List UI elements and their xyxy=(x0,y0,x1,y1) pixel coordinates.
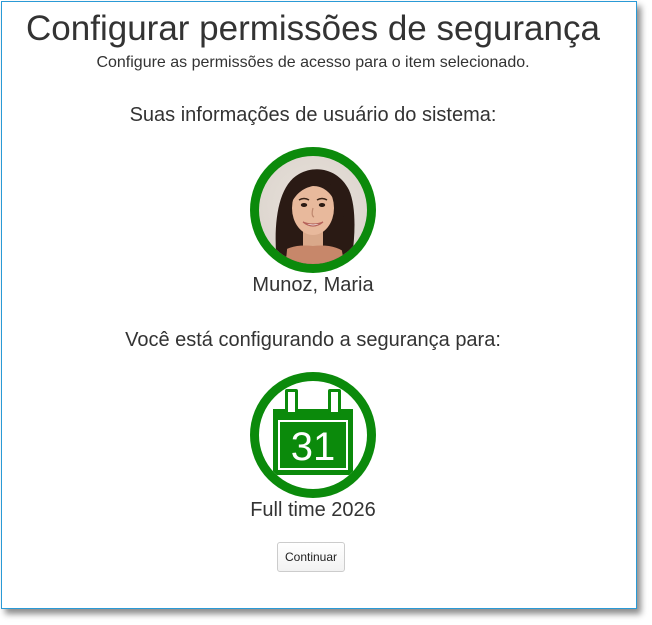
target-label: Você está configurando a segurança para: xyxy=(125,329,501,351)
item-name: Full time 2026 xyxy=(250,499,376,521)
page-title: Configurar permissões de segurança xyxy=(26,9,600,48)
calendar-badge: 31 xyxy=(250,372,376,498)
calendar-icon-graphic: 31 xyxy=(273,389,353,475)
calendar-icon: 31 xyxy=(259,381,367,489)
continue-button[interactable]: Continuar xyxy=(277,542,345,572)
user-avatar xyxy=(250,147,376,273)
dialog-window: Configurar permissões de segurança Confi… xyxy=(1,1,637,609)
user-photo-graphic xyxy=(273,169,355,264)
user-info-label: Suas informações de usuário do sistema: xyxy=(129,104,497,126)
user-photo xyxy=(259,156,367,264)
calendar-day: 31 xyxy=(291,425,336,469)
page-subtitle: Configure as permissões de acesso para o… xyxy=(96,54,530,71)
user-name: Munoz, Maria xyxy=(252,274,374,296)
